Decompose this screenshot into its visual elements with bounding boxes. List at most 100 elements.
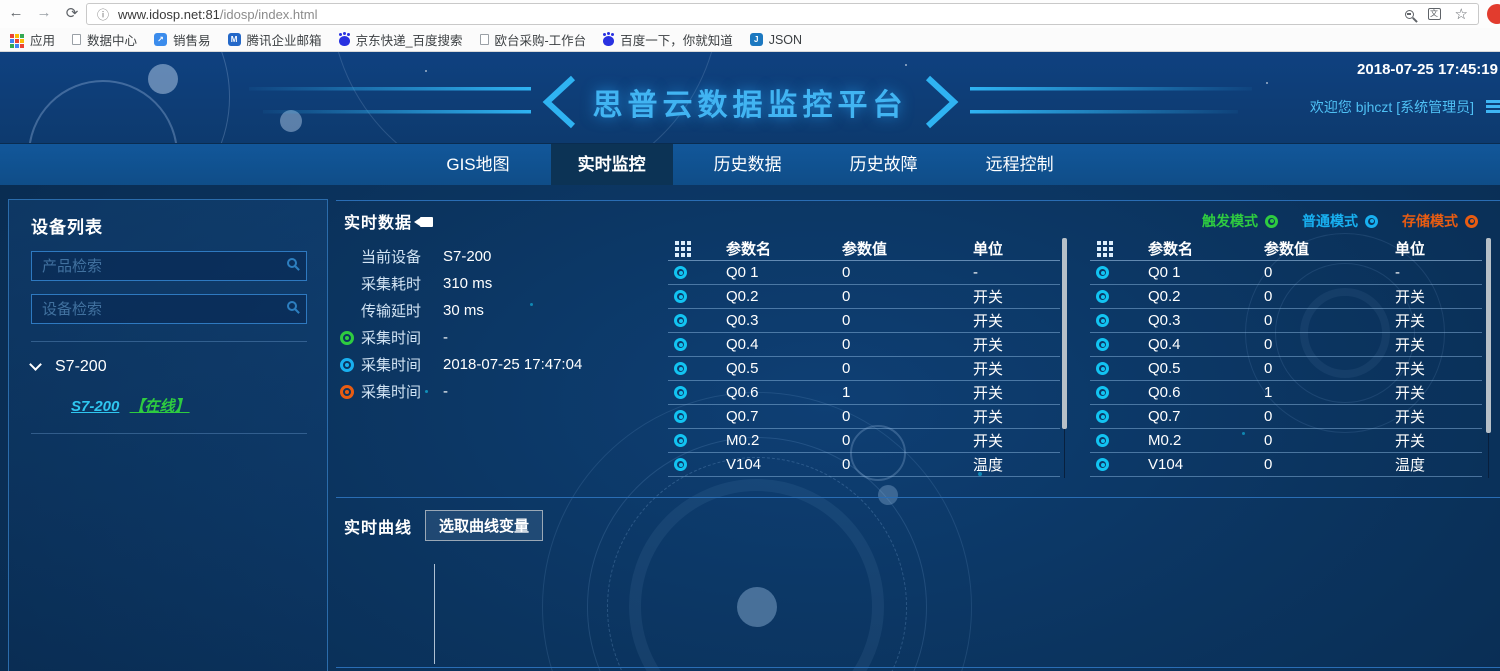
- bookmark-label: 销售易: [173, 30, 211, 49]
- param-value: 0: [842, 408, 973, 425]
- param-value: 0: [1264, 360, 1395, 377]
- bookmark-item[interactable]: M腾讯企业邮箱: [228, 30, 322, 49]
- param-target-icon[interactable]: [674, 314, 687, 327]
- bookmark-item[interactable]: JJSON: [750, 33, 802, 47]
- param-target-icon[interactable]: [674, 362, 687, 375]
- scrollbar-thumb[interactable]: [1062, 238, 1067, 429]
- tab-历史故障[interactable]: 历史故障: [823, 144, 945, 185]
- row-icon-cell: [668, 314, 726, 327]
- table-row: Q0.40开关: [1090, 333, 1482, 357]
- mode-legend-item[interactable]: 存储模式: [1402, 211, 1478, 231]
- param-table-left: 参数名参数值单位Q0 10-Q0.20开关Q0.30开关Q0.40开关Q0.50…: [668, 237, 1060, 477]
- chevron-down-icon[interactable]: [29, 358, 42, 371]
- info-label: 采集时间: [361, 327, 440, 348]
- param-unit: 开关: [1395, 406, 1482, 427]
- scrollbar-track: [1064, 429, 1065, 478]
- search-icon[interactable]: [287, 301, 297, 311]
- profile-avatar[interactable]: [1487, 4, 1500, 24]
- info-label: 采集时间: [361, 381, 440, 402]
- info-value: 310 ms: [443, 275, 492, 292]
- decoration-dot: [425, 70, 427, 72]
- apps-menu[interactable]: 应用: [8, 30, 55, 49]
- bookmark-item[interactable]: 欧台采购-工作台: [480, 30, 587, 49]
- table-row: Q0.50开关: [668, 357, 1060, 381]
- info-row: 采集时间-: [340, 324, 582, 351]
- row-icon-cell: [1090, 458, 1148, 471]
- mode-legend-item[interactable]: 触发模式: [1202, 211, 1278, 231]
- param-target-icon[interactable]: [674, 386, 687, 399]
- table-row: Q0 10-: [668, 261, 1060, 285]
- param-value: 0: [842, 264, 973, 281]
- param-target-icon[interactable]: [1096, 386, 1109, 399]
- scrollbar-right-table[interactable]: [1486, 238, 1491, 478]
- param-target-icon[interactable]: [674, 266, 687, 279]
- param-target-icon[interactable]: [674, 338, 687, 351]
- bookmark-star-icon[interactable]: ☆: [1455, 7, 1468, 21]
- param-unit: 开关: [973, 286, 1060, 307]
- tab-实时监控[interactable]: 实时监控: [551, 144, 673, 185]
- scrollbar-left-table[interactable]: [1062, 238, 1067, 478]
- param-target-icon[interactable]: [1096, 338, 1109, 351]
- row-icon-cell: [668, 266, 726, 279]
- param-target-icon[interactable]: [674, 410, 687, 423]
- camera-icon[interactable]: [420, 217, 433, 227]
- tab-历史数据[interactable]: 历史数据: [687, 144, 809, 185]
- bookmarks-list: 数据中心 ↗销售易 M腾讯企业邮箱京东快递_百度搜索欧台采购-工作台百度一下，你就知…: [72, 30, 802, 49]
- bookmark-item[interactable]: 数据中心: [72, 30, 137, 49]
- tab-远程控制[interactable]: 远程控制: [959, 144, 1081, 185]
- grid-icon[interactable]: [675, 241, 679, 245]
- param-value: 0: [842, 360, 973, 377]
- info-icon-slot: [340, 331, 361, 345]
- page-info-icon[interactable]: ⓘ: [97, 6, 109, 23]
- device-group-label: S7-200: [55, 358, 107, 376]
- device-link[interactable]: S7-200: [71, 398, 119, 415]
- device-item[interactable]: S7-200 【在线】: [31, 395, 307, 416]
- param-target-icon[interactable]: [1096, 458, 1109, 471]
- info-value: 30 ms: [443, 302, 484, 319]
- device-search-input[interactable]: [31, 294, 307, 324]
- product-search-input[interactable]: [31, 251, 307, 281]
- browser-toolbar: ← → ⟳ ⓘ www.idosp.net:81 /idosp/index.ht…: [0, 0, 1500, 28]
- bookmark-item[interactable]: ↗销售易: [154, 30, 211, 49]
- param-unit: 开关: [1395, 430, 1482, 451]
- param-target-icon[interactable]: [1096, 314, 1109, 327]
- translate-icon[interactable]: 文: [1428, 8, 1441, 20]
- zoom-icon[interactable]: [1405, 10, 1414, 19]
- param-value: 0: [1264, 264, 1395, 281]
- param-name: Q0.6: [1148, 384, 1264, 401]
- back-icon[interactable]: ←: [6, 4, 26, 21]
- param-name: Q0 1: [1148, 264, 1264, 281]
- search-icon[interactable]: [287, 258, 297, 268]
- mode-legend-item[interactable]: 普通模式: [1302, 211, 1378, 231]
- menu-list-icon[interactable]: [1486, 100, 1500, 103]
- param-target-icon[interactable]: [674, 290, 687, 303]
- forward-icon[interactable]: →: [34, 4, 54, 21]
- param-target-icon[interactable]: [1096, 266, 1109, 279]
- device-group[interactable]: S7-200: [31, 358, 307, 376]
- apps-label: 应用: [30, 30, 55, 49]
- param-name: Q0.5: [726, 360, 842, 377]
- bookmark-item[interactable]: 京东快递_百度搜索: [339, 30, 463, 49]
- select-curve-variable-button[interactable]: 选取曲线变量: [425, 510, 543, 541]
- row-icon-cell: [1090, 290, 1148, 303]
- bookmark-item[interactable]: 百度一下，你就知道: [603, 30, 733, 49]
- scrollbar-thumb[interactable]: [1486, 238, 1491, 433]
- tab-GIS地图[interactable]: GIS地图: [419, 144, 536, 185]
- grid-icon[interactable]: [1097, 241, 1101, 245]
- param-target-icon[interactable]: [1096, 410, 1109, 423]
- column-header: 参数值: [842, 238, 973, 259]
- param-target-icon[interactable]: [674, 434, 687, 447]
- info-row: 当前设备S7-200: [340, 243, 582, 270]
- info-icon-slot: [340, 385, 361, 399]
- param-target-icon[interactable]: [1096, 434, 1109, 447]
- table-row: Q0.40开关: [668, 333, 1060, 357]
- param-unit: -: [1395, 264, 1482, 281]
- param-target-icon[interactable]: [1096, 362, 1109, 375]
- param-unit: 开关: [973, 310, 1060, 331]
- address-bar[interactable]: ⓘ www.idosp.net:81 /idosp/index.html 文 ☆: [86, 3, 1479, 25]
- mode-target-icon: [1465, 215, 1478, 228]
- param-target-icon[interactable]: [1096, 290, 1109, 303]
- reload-icon[interactable]: ⟳: [62, 4, 82, 22]
- title-decoration-right: [922, 74, 1252, 130]
- param-target-icon[interactable]: [674, 458, 687, 471]
